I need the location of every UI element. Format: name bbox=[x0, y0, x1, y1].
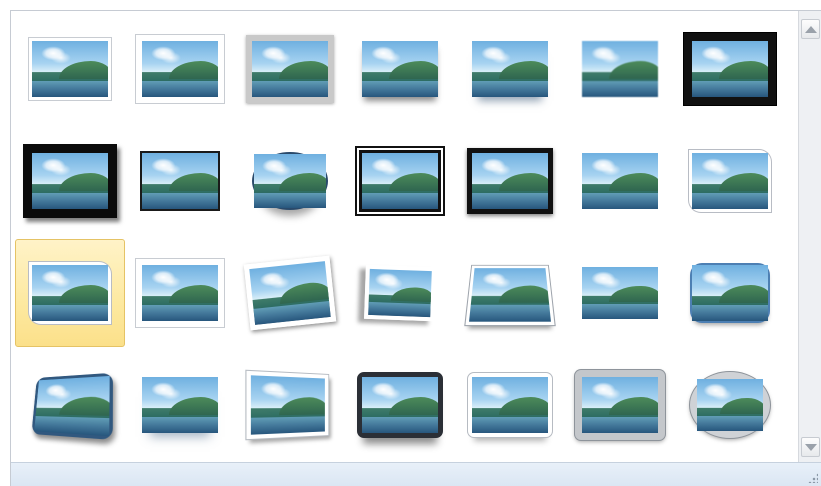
picture-style-option[interactable] bbox=[455, 127, 565, 235]
landscape-thumbnail-image bbox=[368, 268, 432, 318]
soft-edge-icon bbox=[582, 41, 658, 97]
landscape-thumbnail-image bbox=[692, 153, 768, 209]
picture-styles-gallery bbox=[10, 10, 821, 486]
picture-style-option[interactable] bbox=[675, 351, 785, 459]
picture-style-option[interactable] bbox=[565, 239, 675, 347]
scroll-down-arrow-icon bbox=[804, 443, 817, 451]
picture-style-option[interactable] bbox=[455, 15, 565, 123]
landscape-thumbnail-image bbox=[254, 154, 326, 208]
picture-style-option[interactable] bbox=[15, 127, 125, 235]
scroll-up-arrow-icon bbox=[804, 25, 817, 33]
landscape-thumbnail-image bbox=[142, 377, 218, 433]
landscape-thumbnail-image bbox=[250, 375, 325, 435]
picture-style-option[interactable] bbox=[675, 239, 785, 347]
bevel-perspective-icon bbox=[31, 372, 113, 440]
picture-style-option[interactable] bbox=[125, 127, 235, 235]
landscape-thumbnail-image bbox=[32, 153, 108, 209]
oval-shadow-icon bbox=[252, 152, 328, 210]
gray-frame-icon bbox=[246, 35, 334, 103]
landscape-thumbnail-image bbox=[362, 41, 438, 97]
simple-frame-white-icon bbox=[29, 38, 111, 100]
style-grid bbox=[11, 11, 796, 463]
picture-style-option[interactable] bbox=[235, 239, 345, 347]
picture-style-option[interactable] bbox=[235, 15, 345, 123]
perspective-right-white-icon bbox=[246, 370, 329, 440]
picture-style-option[interactable] bbox=[125, 15, 235, 123]
thick-black-shadow-icon bbox=[23, 144, 117, 218]
picture-style-option[interactable] bbox=[675, 127, 785, 235]
landscape-thumbnail-image bbox=[697, 379, 763, 431]
picture-style-option[interactable] bbox=[565, 351, 675, 459]
resize-grip-icon[interactable] bbox=[808, 473, 818, 483]
landscape-thumbnail-image bbox=[692, 41, 768, 97]
landscape-thumbnail-image bbox=[582, 153, 658, 209]
black-matte-icon bbox=[684, 33, 776, 105]
bevel-rectangle-icon bbox=[692, 265, 768, 321]
picture-style-option[interactable] bbox=[15, 15, 125, 123]
picture-style-option[interactable] bbox=[345, 127, 455, 235]
landscape-thumbnail-image bbox=[252, 41, 328, 97]
landscape-thumbnail-image bbox=[692, 265, 768, 321]
landscape-thumbnail-image bbox=[362, 377, 438, 433]
rounded-reflection-icon bbox=[472, 41, 548, 97]
thick-white-frame-icon bbox=[136, 35, 224, 103]
soft-edge-oval-icon bbox=[582, 267, 658, 319]
landscape-thumbnail-image bbox=[32, 265, 108, 321]
landscape-thumbnail-image bbox=[32, 41, 108, 97]
scroll-down-button[interactable] bbox=[801, 437, 820, 457]
picture-style-option[interactable] bbox=[125, 239, 235, 347]
scroll-up-button[interactable] bbox=[801, 19, 820, 39]
feathered-edge-icon bbox=[582, 153, 658, 209]
picture-style-option[interactable] bbox=[565, 127, 675, 235]
landscape-thumbnail-image bbox=[34, 375, 110, 437]
landscape-thumbnail-image bbox=[582, 41, 658, 97]
thin-black-border-icon bbox=[140, 151, 220, 211]
landscape-thumbnail-image bbox=[362, 153, 438, 209]
metal-oval-icon bbox=[690, 372, 770, 438]
landscape-thumbnail-image bbox=[142, 41, 218, 97]
landscape-thumbnail-image bbox=[472, 153, 548, 209]
landscape-thumbnail-image bbox=[582, 377, 658, 433]
perspective-shadow-white-icon bbox=[364, 264, 436, 322]
drop-shadow-icon bbox=[362, 41, 438, 97]
picture-style-option[interactable] bbox=[455, 351, 565, 459]
picture-style-option[interactable] bbox=[235, 351, 345, 459]
picture-style-option[interactable] bbox=[125, 351, 235, 459]
gallery-footer-bar bbox=[11, 462, 821, 486]
picture-style-option[interactable] bbox=[15, 239, 125, 347]
landscape-thumbnail-image bbox=[582, 267, 658, 319]
reflected-rounded-rectangle-icon bbox=[468, 373, 552, 437]
metal-frame-icon bbox=[575, 370, 665, 440]
snip-corner-white-icon bbox=[29, 262, 111, 324]
landscape-thumbnail-image bbox=[469, 268, 551, 322]
landscape-thumbnail-image bbox=[142, 153, 218, 209]
picture-style-option[interactable] bbox=[235, 127, 345, 235]
black-shadow-frame-icon bbox=[467, 148, 553, 214]
gallery-scrollbar[interactable] bbox=[798, 11, 821, 463]
landscape-thumbnail-image bbox=[472, 41, 548, 97]
picture-style-option[interactable] bbox=[675, 15, 785, 123]
reflected-perspective-icon bbox=[142, 377, 218, 433]
simple-white-shadow-icon bbox=[136, 259, 224, 327]
relaxed-perspective-white-icon bbox=[465, 265, 555, 326]
picture-style-option[interactable] bbox=[15, 351, 125, 459]
double-black-frame-icon bbox=[359, 150, 441, 212]
landscape-thumbnail-image bbox=[142, 265, 218, 321]
picture-style-option[interactable] bbox=[455, 239, 565, 347]
picture-style-option[interactable] bbox=[345, 351, 455, 459]
landscape-thumbnail-image bbox=[472, 377, 548, 433]
picture-style-option[interactable] bbox=[345, 15, 455, 123]
landscape-thumbnail-image bbox=[249, 261, 331, 325]
picture-style-option[interactable] bbox=[345, 239, 455, 347]
metal-rounded-rectangle-icon bbox=[357, 372, 443, 438]
cut-corner-white-icon bbox=[689, 150, 771, 212]
picture-style-option[interactable] bbox=[565, 15, 675, 123]
rotated-white-icon bbox=[243, 255, 337, 331]
